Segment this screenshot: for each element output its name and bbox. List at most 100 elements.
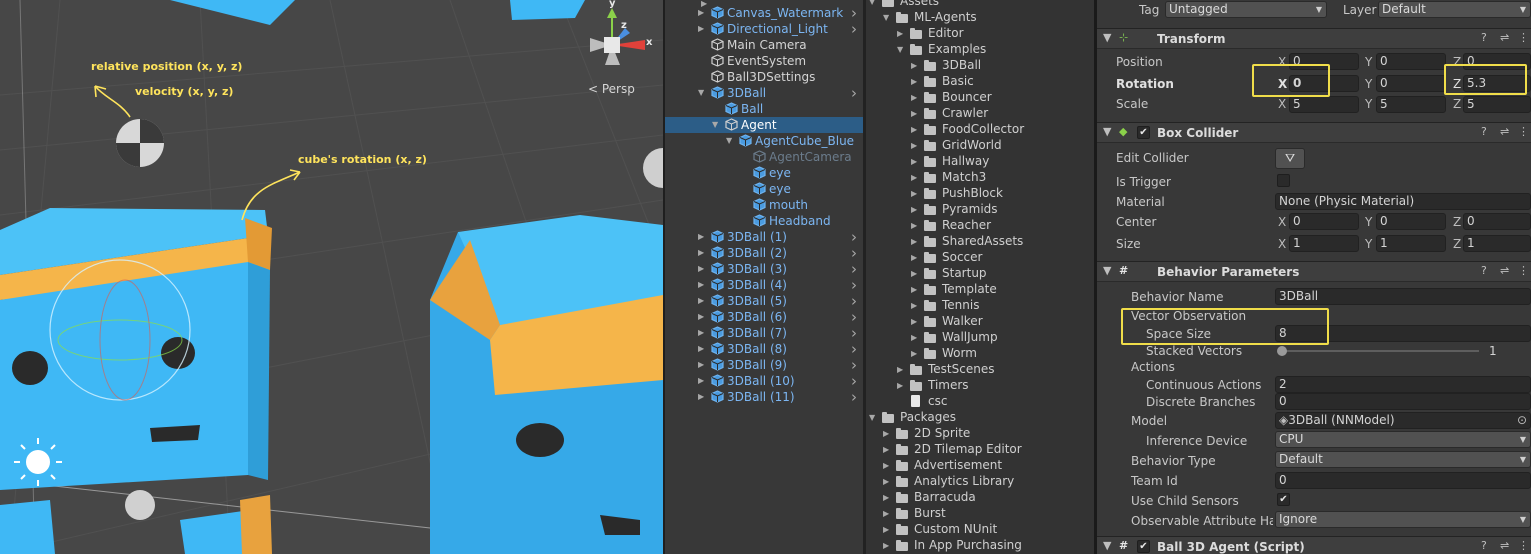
rotation-y-field[interactable]: 0	[1376, 75, 1446, 92]
expand-right-icon[interactable]: ▶	[698, 21, 704, 37]
hierarchy-item[interactable]: ▼ 3DBall ›	[665, 85, 863, 101]
projection-toggle[interactable]: < Persp	[588, 82, 635, 96]
expand-right-icon[interactable]: ▶	[883, 426, 889, 442]
team-id-field[interactable]: 0	[1275, 472, 1531, 489]
object-picker-icon[interactable]: ⊙	[1517, 413, 1527, 428]
hierarchy-item[interactable]: ▶ Canvas_Watermark ›	[665, 5, 863, 21]
expand-right-icon[interactable]: ▶	[911, 122, 917, 138]
center-y-field[interactable]: 0	[1376, 213, 1446, 230]
hierarchy-item[interactable]: ▶ 3DBall (9) ›	[665, 357, 863, 373]
chevron-right-icon[interactable]: ›	[851, 85, 857, 101]
expand-down-icon[interactable]: ▼	[869, 410, 875, 426]
preset-icon[interactable]: ⇌	[1500, 31, 1509, 44]
expand-right-icon[interactable]: ▶	[698, 293, 704, 309]
expand-right-icon[interactable]: ▶	[698, 341, 704, 357]
expand-right-icon[interactable]: ▶	[911, 202, 917, 218]
expand-right-icon[interactable]: ▶	[698, 309, 704, 325]
behavior-parameters-header[interactable]: ▼ # Behavior Parameters ? ⇌ ⋮	[1097, 261, 1531, 282]
expand-right-icon[interactable]: ▶	[911, 74, 917, 90]
hierarchy-item[interactable]: ▶ 3DBall (1) ›	[665, 229, 863, 245]
center-x-field[interactable]: 0	[1289, 213, 1359, 230]
hierarchy-item[interactable]: Main Camera	[665, 37, 863, 53]
hierarchy-panel[interactable]: ▶ ▶ Canvas_Watermark › ▶ Directional_Light › M…	[665, 0, 863, 554]
chevron-right-icon[interactable]: ›	[851, 229, 857, 245]
box-collider-header[interactable]: ▼ ◆ ✔ Box Collider ? ⇌ ⋮	[1097, 122, 1531, 143]
help-icon[interactable]: ?	[1481, 539, 1487, 552]
layer-dropdown[interactable]: Default ▼	[1378, 1, 1531, 18]
expand-right-icon[interactable]: ▶	[883, 506, 889, 522]
hierarchy-item[interactable]: ▶ 3DBall (8) ›	[665, 341, 863, 357]
hierarchy-item[interactable]: EventSystem	[665, 53, 863, 69]
preset-icon[interactable]: ⇌	[1500, 264, 1509, 277]
expand-right-icon[interactable]: ▶	[698, 229, 704, 245]
chevron-right-icon[interactable]: ›	[851, 293, 857, 309]
expand-right-icon[interactable]: ▶	[897, 378, 903, 394]
hierarchy-item[interactable]: ▶ 3DBall (7) ›	[665, 325, 863, 341]
expand-right-icon[interactable]: ▶	[911, 218, 917, 234]
expand-right-icon[interactable]: ▶	[897, 26, 903, 42]
enabled-checkbox[interactable]: ✔	[1137, 126, 1150, 139]
expand-right-icon[interactable]: ▶	[698, 277, 704, 293]
scale-z-field[interactable]: 5	[1463, 96, 1531, 113]
expand-right-icon[interactable]: ▶	[883, 458, 889, 474]
expand-right-icon[interactable]: ▶	[883, 538, 889, 554]
continuous-actions-field[interactable]: 2	[1275, 376, 1531, 393]
hierarchy-item[interactable]: ▶ Directional_Light ›	[665, 21, 863, 37]
hierarchy-item[interactable]: ▶ 3DBall (10) ›	[665, 373, 863, 389]
enabled-checkbox[interactable]: ✔	[1137, 540, 1150, 553]
hierarchy-item[interactable]: ▶ 3DBall (11) ›	[665, 389, 863, 405]
tag-dropdown[interactable]: Untagged ▼	[1165, 1, 1327, 18]
chevron-right-icon[interactable]: ›	[851, 325, 857, 341]
hierarchy-item[interactable]: ▶ 3DBall (5) ›	[665, 293, 863, 309]
is-trigger-checkbox[interactable]	[1277, 174, 1290, 187]
expand-right-icon[interactable]: ▶	[911, 90, 917, 106]
expand-down-icon[interactable]: ▼	[897, 42, 903, 58]
hierarchy-item[interactable]: ▶ 3DBall (3) ›	[665, 261, 863, 277]
size-y-field[interactable]: 1	[1376, 235, 1446, 252]
expand-right-icon[interactable]: ▶	[911, 234, 917, 250]
hierarchy-item[interactable]: eye	[665, 181, 863, 197]
expand-right-icon[interactable]: ▶	[911, 330, 917, 346]
collapse-arrow-icon[interactable]: ▼	[1103, 539, 1111, 552]
expand-right-icon[interactable]: ▶	[911, 58, 917, 74]
context-menu-icon[interactable]: ⋮	[1518, 539, 1529, 552]
expand-right-icon[interactable]: ▶	[698, 357, 704, 373]
expand-right-icon[interactable]: ▶	[698, 261, 704, 277]
expand-right-icon[interactable]: ▶	[883, 474, 889, 490]
chevron-right-icon[interactable]: ›	[851, 245, 857, 261]
expand-right-icon[interactable]: ▶	[911, 266, 917, 282]
chevron-right-icon[interactable]: ›	[851, 389, 857, 405]
hierarchy-item[interactable]: Ball	[665, 101, 863, 117]
expand-right-icon[interactable]: ▶	[911, 106, 917, 122]
collapse-arrow-icon[interactable]: ▼	[1103, 264, 1111, 277]
expand-right-icon[interactable]: ▶	[911, 170, 917, 186]
inference-device-dropdown[interactable]: CPU ▼	[1275, 431, 1531, 448]
expand-right-icon[interactable]: ▶	[897, 362, 903, 378]
expand-right-icon[interactable]: ▶	[883, 522, 889, 538]
scene-canvas[interactable]	[0, 0, 663, 554]
material-field[interactable]: None (Physic Material)	[1275, 193, 1531, 210]
scale-y-field[interactable]: 5	[1376, 96, 1446, 113]
chevron-right-icon[interactable]: ›	[851, 341, 857, 357]
chevron-right-icon[interactable]: ›	[851, 373, 857, 389]
preset-icon[interactable]: ⇌	[1500, 539, 1509, 552]
expand-right-icon[interactable]: ▶	[911, 346, 917, 362]
hierarchy-item[interactable]: ▶ 3DBall (2) ›	[665, 245, 863, 261]
help-icon[interactable]: ?	[1481, 264, 1487, 277]
behavior-name-field[interactable]: 3DBall	[1275, 288, 1531, 305]
context-menu-icon[interactable]: ⋮	[1518, 125, 1529, 138]
expand-right-icon[interactable]: ▶	[911, 186, 917, 202]
expand-right-icon[interactable]: ▶	[883, 490, 889, 506]
hierarchy-item[interactable]: ▼ AgentCube_Blue	[665, 133, 863, 149]
project-panel[interactable]: ▼ Assets ▼ ML-Agents ▶ Editor ▼ Examples ▶ 3DBa…	[866, 0, 1094, 554]
expand-right-icon[interactable]: ▶	[911, 250, 917, 266]
edit-collider-button[interactable]: ⛛	[1275, 148, 1305, 169]
hierarchy-item[interactable]: AgentCamera	[665, 149, 863, 165]
scale-x-field[interactable]: 5	[1289, 96, 1359, 113]
hierarchy-item[interactable]: Headband	[665, 213, 863, 229]
chevron-right-icon[interactable]: ›	[851, 21, 857, 37]
chevron-right-icon[interactable]: ›	[851, 5, 857, 21]
chevron-right-icon[interactable]: ›	[851, 277, 857, 293]
expand-right-icon[interactable]: ▶	[698, 245, 704, 261]
stacked-vectors-field[interactable]: 1	[1485, 343, 1531, 360]
